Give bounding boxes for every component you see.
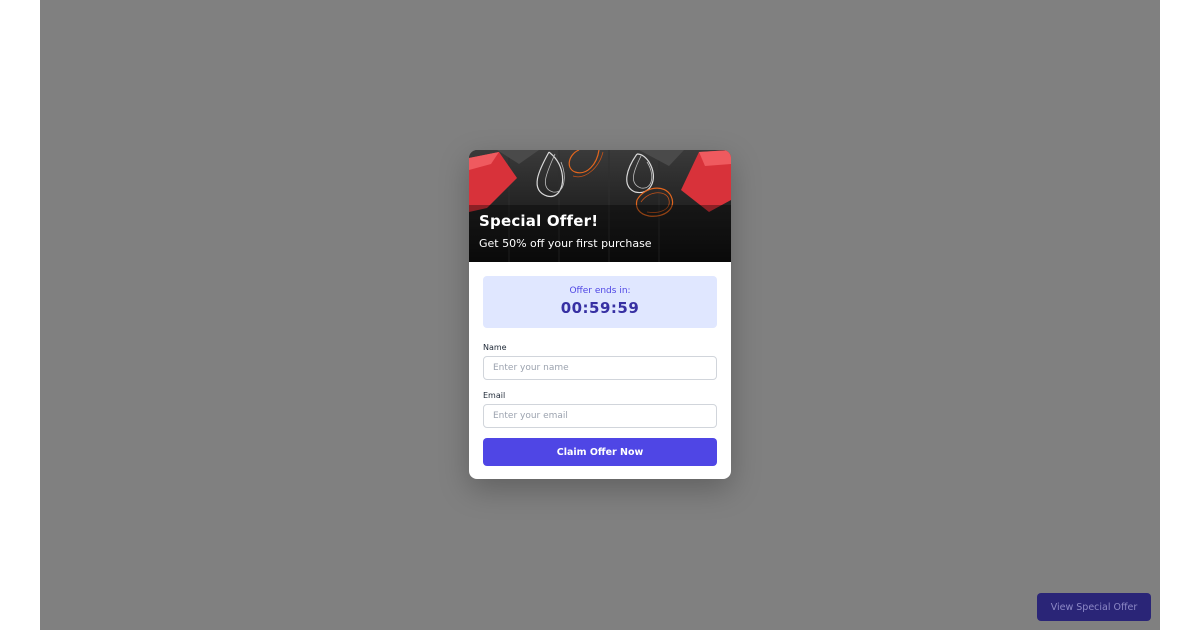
timer-label: Offer ends in: xyxy=(569,286,631,296)
timer-value: 00:59:59 xyxy=(560,299,640,317)
name-label: Name xyxy=(483,343,507,352)
popup-title: Special Offer! xyxy=(479,212,599,230)
email-input[interactable] xyxy=(483,404,717,428)
popup-subtitle: Get 50% off your first purchase xyxy=(479,237,652,250)
page-background: Special Offer! Get 50% off your first pu… xyxy=(40,0,1160,630)
email-label: Email xyxy=(483,391,506,400)
special-offer-popup: Special Offer! Get 50% off your first pu… xyxy=(469,150,731,479)
view-special-offer-button[interactable]: View Special Offer xyxy=(1037,593,1151,621)
popup-body: Offer ends in: 00:59:59 Name Email Claim… xyxy=(469,262,731,479)
countdown-timer: Offer ends in: 00:59:59 xyxy=(483,276,717,328)
hero-banner: Special Offer! Get 50% off your first pu… xyxy=(469,150,731,262)
claim-offer-button[interactable]: Claim Offer Now xyxy=(483,438,717,466)
name-input[interactable] xyxy=(483,356,717,380)
